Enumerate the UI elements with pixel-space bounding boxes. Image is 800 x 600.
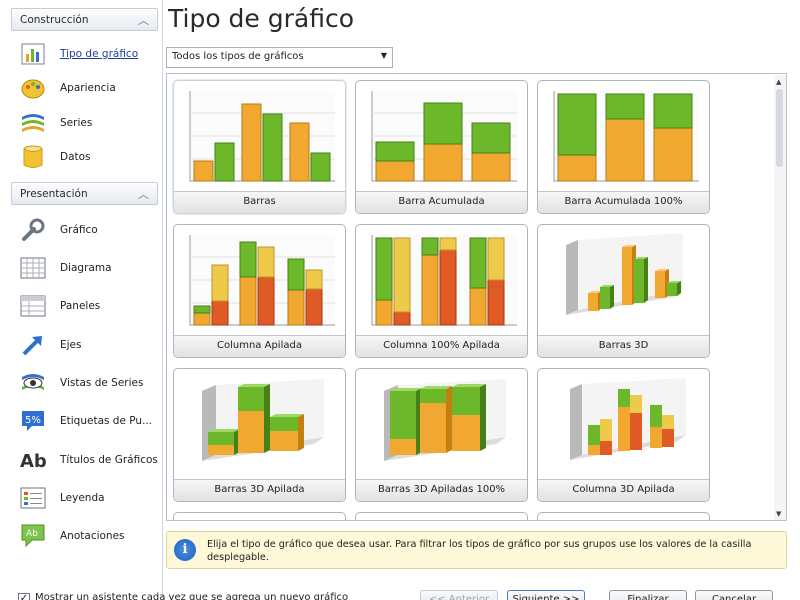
- sidebar-item-titulos[interactable]: Ab Títulos de Gráficos: [18, 444, 158, 476]
- scroll-up-icon[interactable]: ▲: [776, 78, 781, 86]
- tile-label: Columna 3D Apilada: [538, 479, 709, 501]
- tile-barras[interactable]: Barras: [173, 80, 346, 214]
- sidebar-item-tipo-grafico[interactable]: Tipo de gráfico: [18, 38, 158, 70]
- sidebar-item-diagrama[interactable]: Diagrama: [18, 252, 158, 284]
- tile-columna-apilada[interactable]: Columna Apilada: [173, 224, 346, 358]
- sidebar-item-leyenda[interactable]: Leyenda: [18, 482, 158, 514]
- eye-series-icon: [18, 369, 48, 397]
- sidebar-item-label: Series: [60, 117, 93, 129]
- scrollbar-thumb[interactable]: [776, 89, 783, 167]
- database-icon: [18, 143, 48, 171]
- percent-label-icon: 5%: [18, 407, 48, 435]
- axis-arrow-icon: [18, 331, 48, 359]
- back-button[interactable]: << Anterior: [420, 590, 498, 600]
- tile-label: Barra Acumulada 100%: [538, 191, 709, 213]
- tile-barra-acumulada-100[interactable]: Barra Acumulada 100%: [537, 80, 710, 214]
- show-wizard-checkbox[interactable]: ✓: [18, 593, 30, 600]
- sidebar-item-series[interactable]: Series: [18, 107, 158, 139]
- tile-label: Barras 3D Apilada: [174, 479, 345, 501]
- sidebar-item-vistas-series[interactable]: Vistas de Series: [18, 367, 158, 399]
- group-label: Presentación: [20, 188, 88, 200]
- main-panel: Tipo de gráfico Todos los tipos de gráfi…: [163, 0, 800, 600]
- tile-partial[interactable]: [173, 512, 346, 520]
- chart-thumbnail: [371, 235, 517, 326]
- bar-chart-icon: [18, 40, 48, 68]
- gallery-scrollbar[interactable]: ▲ ▼: [774, 75, 786, 520]
- sidebar-item-grafico[interactable]: Gráfico: [18, 214, 158, 246]
- sidebar-item-apariencia[interactable]: Apariencia: [18, 72, 158, 104]
- legend-list-icon: [18, 484, 48, 512]
- tile-label: Columna 100% Apilada: [356, 335, 527, 357]
- sidebar-item-label: Etiquetas de Pu...: [60, 415, 153, 427]
- info-icon: i: [174, 539, 196, 561]
- sidebar-item-anotaciones[interactable]: Ab Anotaciones: [18, 520, 158, 552]
- show-wizard-label: Mostrar un asistente cada vez que se agr…: [35, 592, 349, 600]
- group-label: Construcción: [20, 14, 89, 26]
- finish-button[interactable]: Finalizar: [609, 590, 687, 600]
- page-title: Tipo de gráfico: [168, 4, 355, 33]
- tile-label: Barra Acumulada: [356, 191, 527, 213]
- tile-label: Barras 3D Apiladas 100%: [356, 479, 527, 501]
- sidebar-item-label: Tipo de gráfico: [60, 48, 139, 60]
- sidebar-item-label: Ejes: [60, 339, 82, 351]
- tile-barras-3d[interactable]: Barras 3D: [537, 224, 710, 358]
- chart-type-gallery: Barras Barra Acumulada Barra Acumulada 1…: [166, 73, 787, 521]
- dropdown-value: Todos los tipos de gráficos: [172, 51, 304, 62]
- chart-thumbnail: [570, 378, 686, 460]
- tile-barras-3d-apiladas-100[interactable]: Barras 3D Apiladas 100%: [355, 368, 528, 502]
- group-header-construccion[interactable]: Construcción ︿: [11, 8, 158, 31]
- chevron-up-icon: ︿: [138, 188, 149, 201]
- group-header-presentacion[interactable]: Presentación ︿: [11, 182, 158, 205]
- chart-thumbnail: [371, 91, 517, 182]
- hint-panel: i Elija el tipo de gráfico que desea usa…: [166, 531, 787, 569]
- sidebar-item-datos[interactable]: Datos: [18, 141, 158, 173]
- sidebar-item-etiquetas[interactable]: 5% Etiquetas de Pu...: [18, 405, 158, 437]
- sidebar-item-ejes[interactable]: Ejes: [18, 329, 158, 361]
- svg-text:Ab: Ab: [20, 451, 47, 472]
- sidebar-item-label: Gráfico: [60, 224, 98, 236]
- svg-text:Ab: Ab: [26, 529, 38, 539]
- cancel-button[interactable]: Cancelar: [695, 590, 773, 600]
- tile-columna-3d-apilada[interactable]: Columna 3D Apilada: [537, 368, 710, 502]
- tile-label: Columna Apilada: [174, 335, 345, 357]
- chart-thumbnail: [384, 379, 506, 461]
- tile-label: Barras: [174, 191, 345, 213]
- scroll-down-icon[interactable]: ▼: [776, 510, 781, 518]
- series-layers-icon: [18, 109, 48, 137]
- panels-icon: [18, 292, 48, 320]
- sidebar-item-label: Apariencia: [60, 82, 116, 94]
- chart-thumbnail: [202, 379, 324, 461]
- tile-columna-100-apilada[interactable]: Columna 100% Apilada: [355, 224, 528, 358]
- tile-partial[interactable]: [355, 512, 528, 520]
- tile-partial[interactable]: [537, 512, 710, 520]
- sidebar-item-label: Vistas de Series: [60, 377, 144, 389]
- chart-type-filter-dropdown[interactable]: Todos los tipos de gráficos ▼: [166, 47, 393, 68]
- chart-thumbnail: [189, 235, 335, 326]
- svg-text:5%: 5%: [25, 415, 41, 426]
- sidebar-item-paneles[interactable]: Paneles: [18, 290, 158, 322]
- sidebar-item-label: Títulos de Gráficos: [60, 454, 158, 466]
- sidebar-item-label: Anotaciones: [60, 530, 125, 542]
- chart-thumbnail: [566, 233, 683, 315]
- sidebar-item-label: Leyenda: [60, 492, 105, 504]
- next-button[interactable]: Siguiente >>: [507, 590, 585, 600]
- tile-barra-acumulada[interactable]: Barra Acumulada: [355, 80, 528, 214]
- tile-label: Barras 3D: [538, 335, 709, 357]
- sidebar-item-label: Paneles: [60, 300, 101, 312]
- tile-barras-3d-apilada[interactable]: Barras 3D Apilada: [173, 368, 346, 502]
- grid-diagram-icon: [18, 254, 48, 282]
- sidebar: Construcción ︿ Tipo de gráfico Aparienci…: [0, 0, 163, 600]
- chart-thumbnail: [189, 91, 335, 182]
- chart-thumbnail: [553, 91, 699, 182]
- sidebar-item-label: Diagrama: [60, 262, 112, 274]
- ab-text-icon: Ab: [18, 446, 48, 474]
- annotation-bubble-icon: Ab: [18, 522, 48, 550]
- wrench-icon: [18, 216, 48, 244]
- hint-text: Elija el tipo de gráfico que desea usar.…: [207, 539, 752, 563]
- dropdown-arrow-icon: ▼: [380, 51, 387, 60]
- palette-icon: [18, 74, 48, 102]
- chevron-up-icon: ︿: [138, 14, 149, 27]
- sidebar-item-label: Datos: [60, 151, 91, 163]
